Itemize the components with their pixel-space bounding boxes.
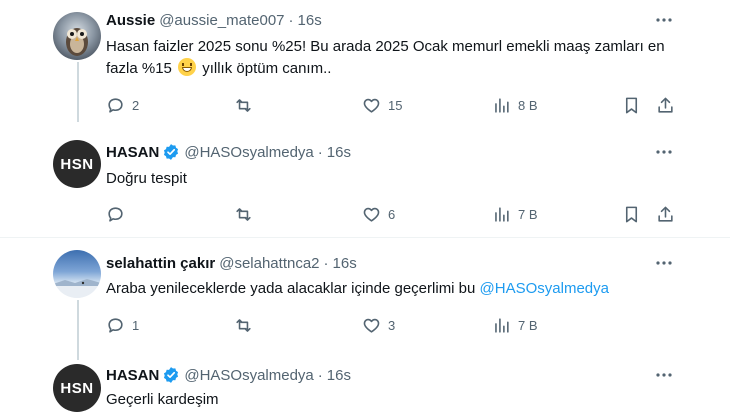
tweet-actions: 2 15 8 B: [106, 94, 680, 116]
owl-icon: [66, 28, 88, 56]
landscape-icon: [53, 279, 101, 298]
separator-dot: ·: [288, 11, 294, 29]
timestamp[interactable]: 16s: [333, 255, 357, 272]
avatar-logo-text: HSN: [60, 379, 94, 397]
thread-line: [77, 62, 79, 122]
reply-button[interactable]: 1: [106, 314, 139, 336]
tweet-text: Araba yenileceklerde yada alacaklar için…: [106, 278, 676, 300]
reply-icon: [108, 206, 123, 222]
views-icon: [495, 206, 509, 222]
display-name[interactable]: HASAN: [106, 144, 159, 161]
like-count: 15: [388, 97, 403, 113]
more-options-button[interactable]: [654, 253, 674, 273]
grinning-face-icon: [178, 58, 197, 76]
timestamp[interactable]: 16s: [327, 367, 351, 384]
more-options-button[interactable]: [654, 142, 674, 162]
heart-icon: [363, 98, 380, 113]
more-icon: [656, 261, 672, 265]
more-icon: [656, 150, 672, 154]
timestamp[interactable]: 16s: [298, 12, 322, 29]
views-button[interactable]: 8 B: [492, 94, 538, 116]
share-icon: [658, 206, 673, 222]
more-icon: [656, 18, 672, 22]
reply-count: 1: [132, 317, 140, 333]
tweet-header: selahattin çakır @selahattnca2 · 16s: [106, 253, 357, 273]
avatar[interactable]: HSN: [53, 140, 101, 188]
tweet-header: HASAN @HASOsyalmedya · 16s: [106, 142, 351, 162]
like-button[interactable]: 15: [362, 94, 402, 116]
retweet-button[interactable]: [234, 203, 260, 225]
heart-icon: [363, 207, 380, 222]
thread-line: [77, 300, 79, 360]
tweet-actions: 6 7 B: [106, 203, 680, 225]
reply-count: 2: [132, 97, 140, 113]
bookmark-icon: [625, 206, 638, 222]
user-handle[interactable]: @HASOsyalmedya: [184, 367, 313, 384]
views-button[interactable]: 7 B: [492, 203, 538, 225]
reply-icon: [108, 97, 123, 113]
mention-link[interactable]: @HASOsyalmedya: [480, 280, 609, 297]
views-button[interactable]: 7 B: [492, 314, 538, 336]
retweet-button[interactable]: [234, 314, 260, 336]
tweet-text-tail: yıllık öptüm canım..: [198, 60, 332, 77]
timestamp[interactable]: 16s: [327, 144, 351, 161]
reply-button[interactable]: [106, 203, 132, 225]
tweet-header: HASAN @HASOsyalmedya · 16s: [106, 365, 351, 385]
view-count: 7 B: [518, 317, 538, 333]
tweet-header: Aussie @aussie_mate007 · 16s: [106, 10, 322, 30]
more-options-button[interactable]: [654, 10, 674, 30]
bookmark-button[interactable]: [622, 203, 641, 225]
views-icon: [495, 317, 509, 333]
share-button[interactable]: [656, 203, 675, 225]
tweet-divider: [0, 237, 730, 238]
display-name[interactable]: Aussie: [106, 12, 155, 29]
tweet-actions: 1 3 7 B: [106, 314, 680, 336]
more-options-button[interactable]: [654, 365, 674, 385]
separator-dot: ·: [317, 143, 323, 161]
tweet-text: Geçerli kardeşim: [106, 391, 219, 408]
view-count: 7 B: [518, 206, 538, 222]
separator-dot: ·: [323, 254, 329, 272]
user-handle[interactable]: @HASOsyalmedya: [184, 144, 313, 161]
display-name[interactable]: HASAN: [106, 367, 159, 384]
retweet-icon: [236, 98, 251, 112]
heart-icon: [363, 318, 380, 333]
like-count: 6: [388, 206, 396, 222]
tweet-text: Hasan faizler 2025 sonu %25! Bu arada 20…: [106, 36, 676, 80]
retweet-button[interactable]: [234, 94, 260, 116]
like-button[interactable]: 6: [362, 203, 395, 225]
more-icon: [656, 373, 672, 377]
like-button[interactable]: 3: [362, 314, 395, 336]
avatar-logo-text: HSN: [60, 155, 94, 173]
bookmark-button[interactable]: [622, 94, 641, 116]
retweet-icon: [236, 318, 251, 332]
display-name[interactable]: selahattin çakır: [106, 255, 215, 272]
tweet-text: Doğru tespit: [106, 170, 187, 187]
avatar[interactable]: [53, 250, 101, 298]
reply-button[interactable]: 2: [106, 94, 139, 116]
tweet-text-body: Araba yenileceklerde yada alacaklar için…: [106, 280, 480, 297]
avatar[interactable]: [53, 12, 101, 60]
user-handle[interactable]: @aussie_mate007: [159, 12, 284, 29]
verified-badge-icon: [164, 367, 179, 383]
separator-dot: ·: [317, 366, 323, 384]
view-count: 8 B: [518, 97, 538, 113]
views-icon: [495, 97, 509, 113]
bookmark-icon: [625, 97, 638, 113]
user-handle[interactable]: @selahattnca2: [219, 255, 319, 272]
avatar[interactable]: HSN: [53, 364, 101, 412]
share-icon: [658, 97, 673, 113]
like-count: 3: [388, 317, 396, 333]
retweet-icon: [236, 207, 251, 221]
reply-icon: [108, 317, 123, 333]
verified-badge-icon: [164, 144, 179, 160]
share-button[interactable]: [656, 94, 675, 116]
